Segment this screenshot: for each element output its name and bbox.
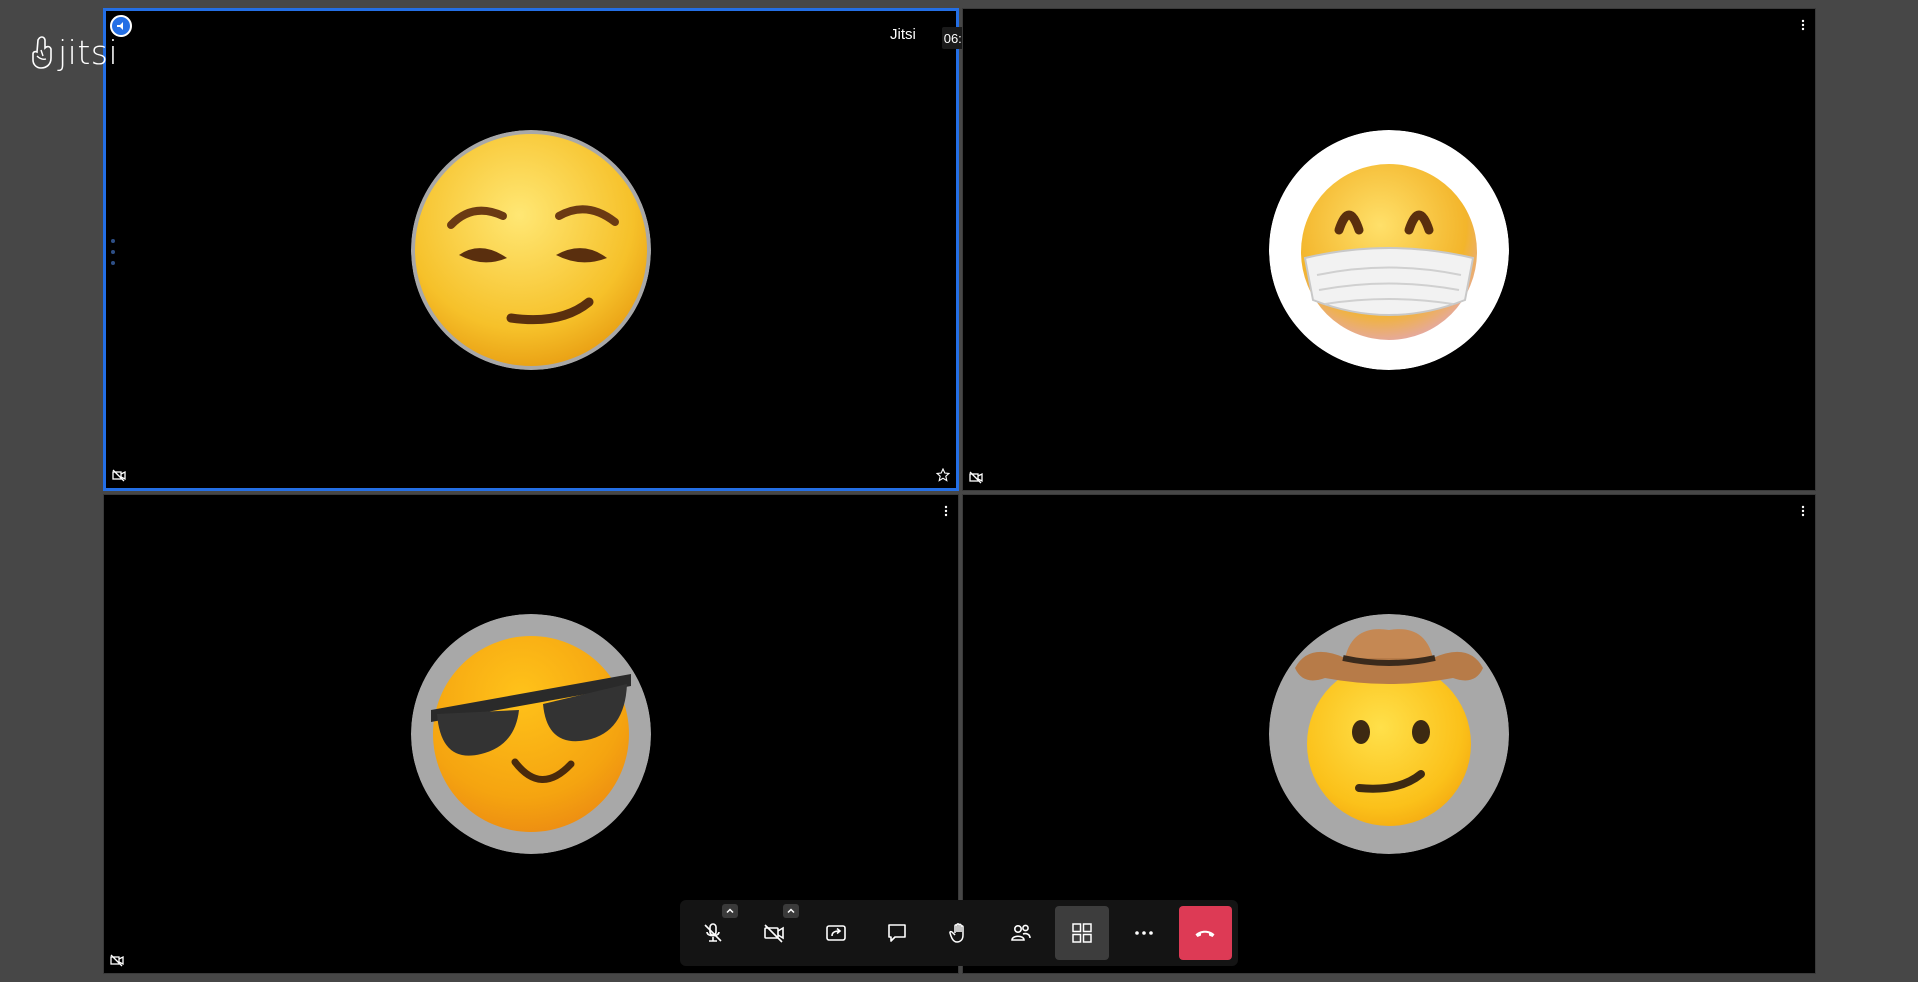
participants-icon xyxy=(1010,924,1031,941)
mic-off-icon xyxy=(704,923,722,942)
avatar-smirking-face xyxy=(411,129,651,370)
video-settings-caret-icon[interactable] xyxy=(783,904,800,918)
avatar-cowboy-hat-face xyxy=(1269,614,1509,854)
hand-icon xyxy=(949,923,964,943)
tile-menu-icon[interactable] xyxy=(1797,503,1809,519)
hangup-icon xyxy=(1195,930,1215,937)
tile-view-icon xyxy=(1072,923,1092,943)
share-screen-button[interactable] xyxy=(809,906,863,960)
jitsi-logo: jitsi xyxy=(30,30,118,74)
tile-menu-icon[interactable] xyxy=(940,503,952,519)
more-icon xyxy=(1134,931,1153,935)
toolbar xyxy=(680,900,1238,966)
share-screen-icon xyxy=(826,925,846,941)
tile-menu-icon[interactable] xyxy=(1797,17,1809,33)
microphone-button[interactable] xyxy=(686,904,740,960)
star-icon[interactable] xyxy=(935,467,951,482)
participant-tile-1[interactable] xyxy=(103,8,959,491)
avatar-face-with-medical-mask xyxy=(1269,129,1509,370)
chat-button[interactable] xyxy=(871,906,925,960)
logo-text: jitsi xyxy=(58,32,119,72)
avatar-smiling-face-with-sunglasses xyxy=(411,614,651,854)
drag-handle[interactable] xyxy=(110,239,116,265)
participant-tile-2[interactable] xyxy=(962,8,1816,491)
meeting-name: Jitsi xyxy=(890,26,916,43)
camera-off-icon xyxy=(110,953,124,967)
jitsi-hand-icon xyxy=(32,36,52,69)
camera-off-icon xyxy=(969,470,983,484)
more-actions-button[interactable] xyxy=(1117,906,1171,960)
hangup-button[interactable] xyxy=(1178,906,1233,960)
raise-hand-button[interactable] xyxy=(932,906,986,960)
chat-icon xyxy=(888,924,907,942)
camera-button[interactable] xyxy=(748,904,802,960)
camera-off-icon xyxy=(764,924,785,943)
audio-settings-caret-icon[interactable] xyxy=(721,904,738,918)
camera-off-icon xyxy=(112,468,126,482)
participants-button[interactable] xyxy=(994,906,1048,960)
tile-view-button[interactable] xyxy=(1055,906,1109,960)
